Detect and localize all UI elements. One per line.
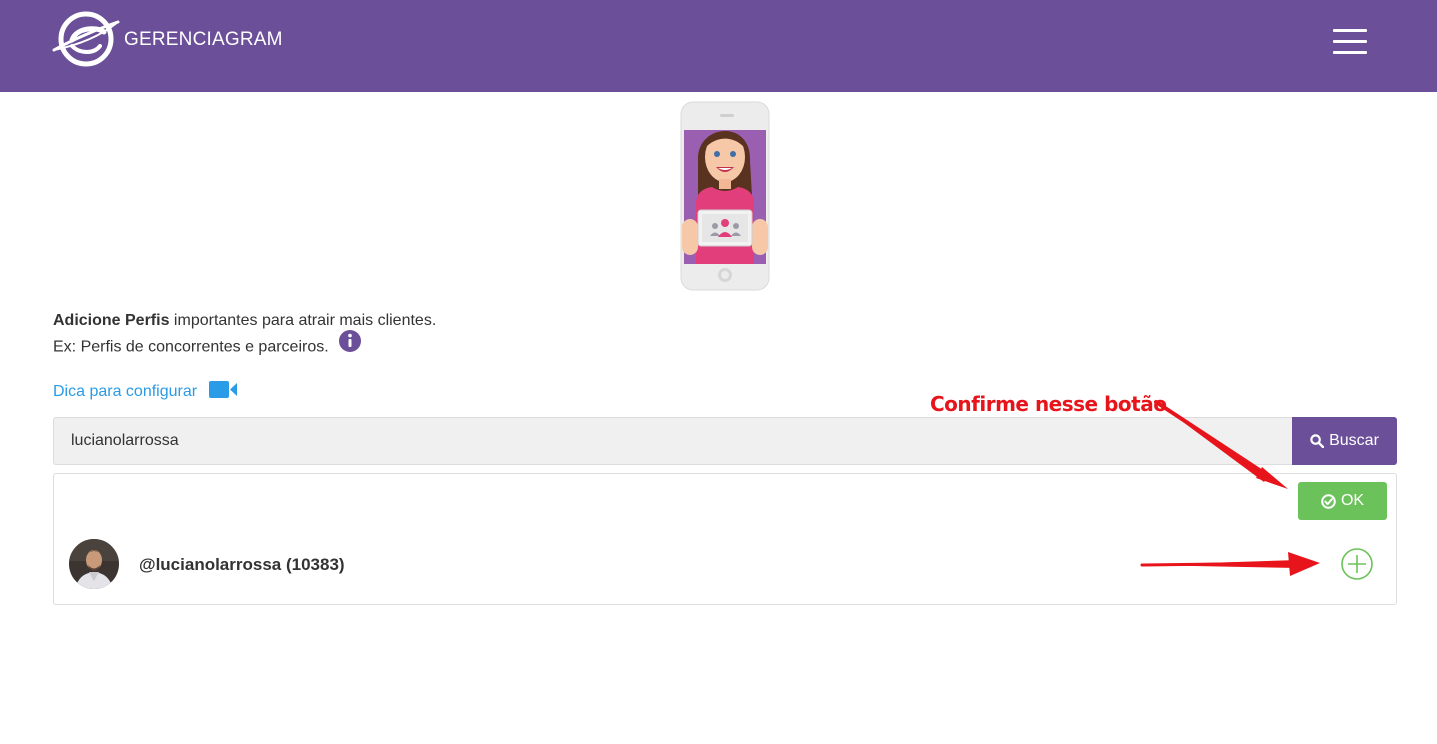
check-circle-icon xyxy=(1321,493,1336,509)
intro-text: Adicione Perfis importantes para atrair … xyxy=(53,308,436,361)
brand-logo[interactable]: GERENCIAGRAM xyxy=(52,10,283,68)
tip-label: Dica para configurar xyxy=(53,383,198,400)
top-navbar: GERENCIAGRAM xyxy=(0,0,1437,92)
intro-example: Ex: Perfis de concorrentes e parceiros. xyxy=(53,338,329,356)
brand-name: GERENCIAGRAM xyxy=(124,29,283,50)
plus-circle-icon[interactable] xyxy=(1340,547,1374,581)
search-button-label: Buscar xyxy=(1329,432,1379,449)
video-camera-icon[interactable] xyxy=(209,381,238,403)
info-icon[interactable] xyxy=(338,330,361,361)
intro-line-1: Adicione Perfis importantes para atrair … xyxy=(53,308,436,334)
search-icon xyxy=(1310,434,1325,448)
profile-search-input[interactable] xyxy=(53,417,1292,465)
list-item: @lucianolarrossa (10383) xyxy=(69,539,1382,591)
intro-line-2: Ex: Perfis de concorrentes e parceiros. xyxy=(53,330,436,361)
tip-configure-link[interactable]: Dica para configurar xyxy=(53,381,238,403)
ok-button[interactable]: OK xyxy=(1298,482,1387,520)
hamburger-menu-icon[interactable] xyxy=(1333,29,1369,55)
intro-line-1-rest: importantes para atrair mais clientes. xyxy=(169,312,437,329)
results-panel: OK @lucianolarrossa (10383) xyxy=(53,473,1397,605)
avatar xyxy=(69,539,119,589)
phone-woman-illustration xyxy=(680,101,770,291)
gerenciagram-logo-icon xyxy=(52,11,120,67)
search-button[interactable]: Buscar xyxy=(1292,417,1397,465)
intro-highlight: Adicione Perfis xyxy=(53,312,170,329)
search-bar: Buscar xyxy=(53,417,1397,465)
profile-name: @lucianolarrossa (10383) xyxy=(139,555,345,574)
ok-button-label: OK xyxy=(1340,492,1365,509)
annotation-label: Confirme nesse botão xyxy=(930,392,1167,416)
